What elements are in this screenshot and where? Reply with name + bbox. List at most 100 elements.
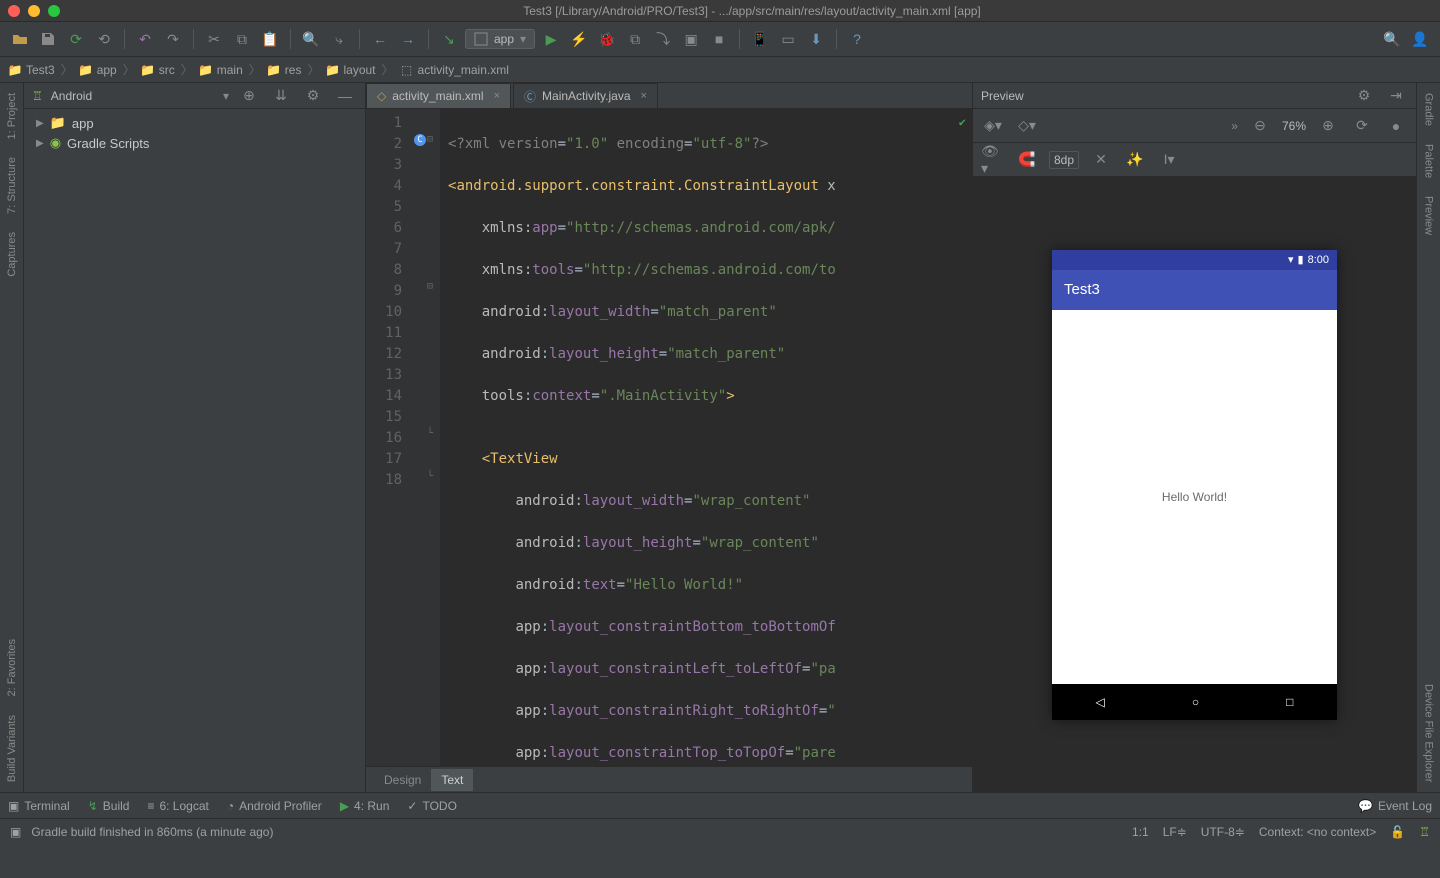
magnet-icon[interactable]: 🧲 — [1015, 148, 1039, 172]
zoom-in-icon[interactable]: ⊕ — [1316, 114, 1340, 138]
zoom-level[interactable]: 76% — [1282, 119, 1306, 133]
locate-icon[interactable]: ⊕ — [237, 84, 261, 108]
help-icon[interactable]: ? — [845, 27, 869, 51]
collapse-all-icon[interactable]: ⇊ — [269, 84, 293, 108]
tab-text[interactable]: Text — [431, 769, 473, 791]
zoom-fit-icon[interactable]: ⟳ — [1350, 114, 1374, 138]
orientation-icon[interactable]: ◇▾ — [1015, 114, 1039, 138]
grid-spacing-selector[interactable]: 8dp — [1049, 151, 1079, 169]
tool-tab-logcat[interactable]: ≡6: Logcat — [147, 799, 208, 813]
open-icon[interactable] — [8, 27, 32, 51]
clear-constraints-icon[interactable]: ✕ — [1089, 148, 1113, 172]
fold-end-icon[interactable]: └ — [427, 428, 433, 439]
zoom-out-icon[interactable]: ⊖ — [1248, 114, 1272, 138]
tab-design[interactable]: Design — [374, 769, 431, 791]
find-icon[interactable]: 🔍 — [299, 27, 323, 51]
breadcrumb-item[interactable]: 📁main — [199, 63, 243, 77]
editor-tab-mainactivity[interactable]: Ⓒ MainActivity.java × — [513, 83, 658, 108]
maximize-window-button[interactable] — [48, 5, 60, 17]
inspection-ok-icon[interactable]: ✔ — [959, 115, 966, 129]
deploy-icon[interactable]: ▣ — [679, 27, 703, 51]
event-log-button[interactable]: 💬Event Log — [1358, 799, 1432, 813]
file-encoding[interactable]: UTF-8≑ — [1201, 825, 1245, 839]
redo-icon[interactable]: ↷ — [161, 27, 185, 51]
memory-indicator-icon[interactable]: ♖ — [1419, 825, 1430, 839]
breadcrumb-item[interactable]: 📁Test3 — [8, 63, 55, 77]
make-project-icon[interactable]: ↘ — [437, 27, 461, 51]
tool-tab-structure[interactable]: 7: Structure — [6, 157, 18, 214]
tool-tab-captures[interactable]: Captures — [6, 232, 18, 277]
tool-tab-favorites[interactable]: 2: Favorites — [6, 639, 18, 696]
preview-canvas[interactable]: ▾ ▮ 8:00 Test3 Hello World! ◁ ○ □ — [973, 177, 1416, 792]
breadcrumb-item[interactable]: 📁src — [141, 63, 175, 77]
tool-tab-palette[interactable]: Palette — [1423, 144, 1435, 178]
avd-manager-icon[interactable]: 📱 — [748, 27, 772, 51]
cut-icon[interactable]: ✂ — [202, 27, 226, 51]
tool-tab-preview[interactable]: Preview — [1423, 196, 1435, 235]
user-icon[interactable]: 👤 — [1408, 27, 1432, 51]
more-icon[interactable]: » — [1231, 119, 1238, 133]
align-icon[interactable]: I▾ — [1157, 148, 1181, 172]
code-text[interactable]: <?xml version="1.0" encoding="utf-8"?> <… — [440, 109, 972, 766]
tool-tab-run[interactable]: ▶4: Run — [340, 799, 390, 813]
class-indicator-icon[interactable]: C — [414, 134, 426, 146]
run-config-selector[interactable]: app ▾ — [465, 29, 535, 49]
hide-panel-icon[interactable]: — — [333, 84, 357, 108]
project-view-selector[interactable]: Android — [51, 89, 215, 103]
expand-arrow-icon[interactable]: ▶ — [36, 118, 44, 129]
forward-icon[interactable]: → — [396, 27, 420, 51]
tool-tab-build-variants[interactable]: Build Variants — [6, 715, 18, 782]
copy-icon[interactable]: ⧉ — [230, 27, 254, 51]
gear-icon[interactable]: ⚙ — [1352, 84, 1376, 108]
fold-marker-icon[interactable]: ⊟ — [427, 281, 433, 292]
tool-tab-gradle[interactable]: Gradle — [1423, 93, 1435, 126]
minimize-window-button[interactable] — [28, 5, 40, 17]
tree-item-gradle-scripts[interactable]: ▶ ◉ Gradle Scripts — [32, 133, 357, 153]
fold-marker-icon[interactable]: ⊟ — [427, 134, 433, 145]
layers-icon[interactable]: ◈▾ — [981, 114, 1005, 138]
expand-arrow-icon[interactable]: ▶ — [36, 138, 44, 149]
breadcrumb-item[interactable]: 📁res — [267, 63, 302, 77]
close-tab-icon[interactable]: × — [494, 90, 500, 102]
paste-icon[interactable]: 📋 — [258, 27, 282, 51]
save-all-icon[interactable] — [36, 27, 60, 51]
tool-tab-terminal[interactable]: ▣Terminal — [8, 799, 70, 813]
tool-tab-device-file-explorer[interactable]: Device File Explorer — [1423, 684, 1435, 782]
download-icon[interactable]: ⬇ — [804, 27, 828, 51]
editor-tab-activity-main[interactable]: ◇ activity_main.xml × — [366, 83, 511, 108]
refresh-icon[interactable]: ⟲ — [92, 27, 116, 51]
profiler-icon[interactable]: ⧉ — [623, 27, 647, 51]
line-ending[interactable]: LF≑ — [1163, 825, 1187, 839]
code-editor[interactable]: 123456789101112131415161718 C ⊟ ⊟ └ └ <?… — [366, 109, 972, 766]
tool-tab-project[interactable]: 1: Project — [6, 93, 18, 139]
tree-item-app[interactable]: ▶ 📁 app — [32, 113, 357, 133]
gear-icon[interactable]: ⚙ — [301, 84, 325, 108]
breadcrumb-item[interactable]: 📁layout — [325, 63, 375, 77]
sync-project-icon[interactable]: ⟳ — [64, 27, 88, 51]
fold-end-icon[interactable]: └ — [427, 471, 433, 482]
undo-icon[interactable]: ↶ — [133, 27, 157, 51]
attach-debugger-icon[interactable]: ⤵ — [651, 27, 675, 51]
lock-icon[interactable]: 🔓 — [1390, 825, 1405, 839]
warnings-icon[interactable]: ● — [1384, 114, 1408, 138]
tool-tab-build[interactable]: ↯Build — [88, 799, 130, 813]
infer-constraints-icon[interactable]: ✨ — [1123, 148, 1147, 172]
chevron-down-icon[interactable]: ▾ — [223, 89, 229, 103]
close-tab-icon[interactable]: × — [641, 90, 647, 102]
eye-icon[interactable]: 👁▾ — [981, 148, 1005, 172]
tool-tab-todo[interactable]: ✓TODO — [407, 799, 457, 813]
project-tree[interactable]: ▶ 📁 app ▶ ◉ Gradle Scripts — [24, 109, 365, 157]
debug-icon[interactable]: 🐞 — [595, 27, 619, 51]
run-icon[interactable]: ▶ — [539, 27, 563, 51]
tool-window-toggle-icon[interactable]: ▣ — [10, 825, 21, 839]
sdk-manager-icon[interactable]: ▭ — [776, 27, 800, 51]
tool-tab-profiler[interactable]: ◔Android Profiler — [227, 799, 322, 813]
replace-icon[interactable]: ⤷ — [327, 27, 351, 51]
breadcrumb-item[interactable]: 📁app — [79, 63, 117, 77]
cursor-position[interactable]: 1:1 — [1132, 825, 1149, 839]
breadcrumb-item[interactable]: ⬚activity_main.xml — [400, 63, 509, 77]
search-everywhere-icon[interactable]: 🔍 — [1380, 27, 1404, 51]
back-icon[interactable]: ← — [368, 27, 392, 51]
hide-panel-icon[interactable]: ⇥ — [1384, 84, 1408, 108]
apply-changes-icon[interactable]: ⚡ — [567, 27, 591, 51]
